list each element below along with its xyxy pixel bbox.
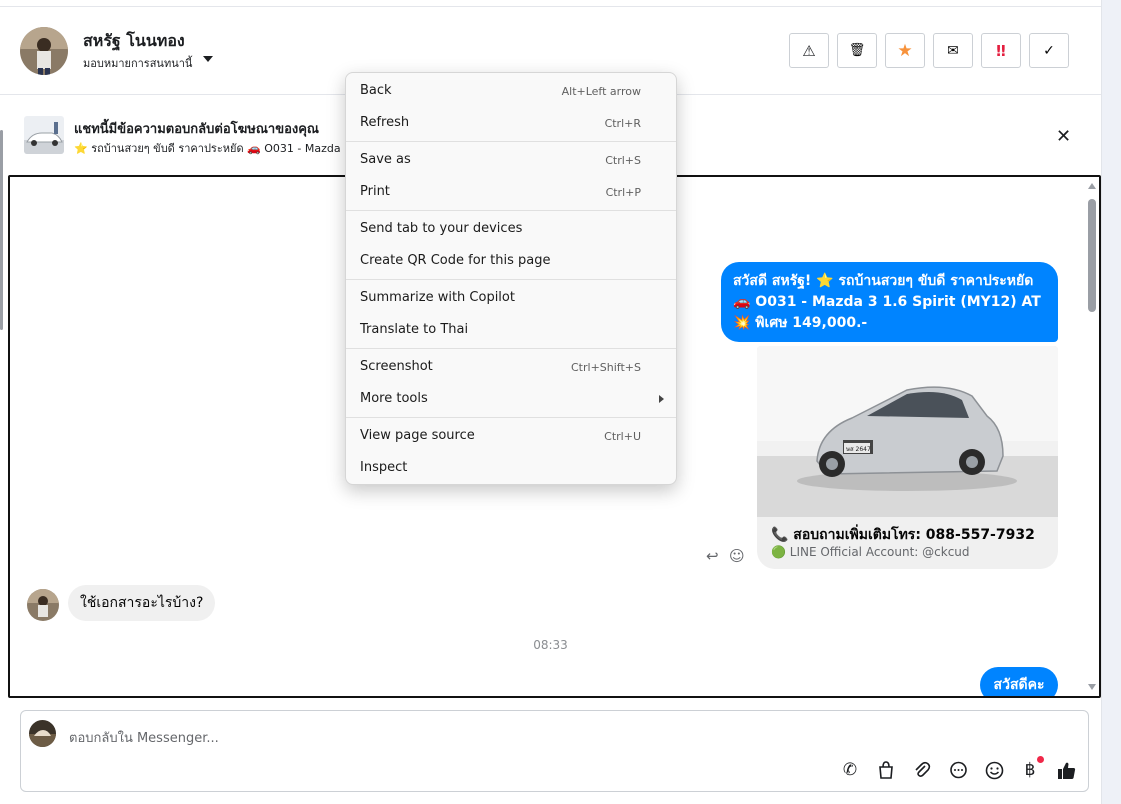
message-line: 🚗 O031 - Mazda 3 1.6 Spirit (MY12) AT	[733, 294, 1041, 310]
contact-avatar[interactable]	[20, 27, 68, 75]
contact-name: สหรัฐ โนนทอง	[83, 31, 185, 50]
assign-conversation-label[interactable]: มอบหมายการสนทนานี้	[83, 54, 192, 72]
incoming-message-bubble[interactable]: ใช้เอกสารอะไรบ้าง?	[68, 585, 216, 621]
thread-scrollbar[interactable]	[1085, 177, 1099, 696]
scroll-up-arrow-icon[interactable]	[1088, 183, 1096, 189]
menu-separator	[346, 279, 676, 280]
message-composer[interactable]: ตอบกลับใน Messenger... ✆ ฿	[20, 710, 1089, 792]
scrollbar-thumb[interactable]	[1088, 199, 1096, 312]
menu-item-create-qr[interactable]: Create QR Code for this page	[346, 245, 676, 277]
page-avatar	[29, 720, 56, 747]
message-line: สวัสดี สหรัฐ! ⭐ รถบ้านสวยๆ ขับดี ราคาประ…	[733, 273, 1034, 289]
emoji-react-icon[interactable]: ☺	[729, 547, 745, 565]
star-icon: ★	[897, 40, 913, 61]
report-spam-button[interactable]: ⚠	[789, 33, 829, 68]
menu-item-print[interactable]: Print Ctrl+P	[346, 176, 676, 208]
menu-item-back[interactable]: Back Alt+Left arrow	[346, 75, 676, 107]
right-panel-edge	[1101, 0, 1121, 804]
mark-done-button[interactable]: ✓	[1029, 33, 1069, 68]
menu-item-inspect[interactable]: Inspect	[346, 452, 676, 484]
star-button[interactable]: ★	[885, 33, 925, 68]
menu-separator	[346, 210, 676, 211]
delete-button[interactable]: 🗑	[837, 33, 877, 68]
menu-separator	[346, 417, 676, 418]
menu-item-save-as[interactable]: Save as Ctrl+S	[346, 144, 676, 176]
browser-context-menu: Back Alt+Left arrow Refresh Ctrl+R Save as…	[345, 72, 677, 485]
messenger-inbox-window: สหรัฐ โนนทอง มอบหมายการสนทนานี้ ⚠ 🗑 ★ ✉ …	[0, 0, 1121, 804]
mark-unread-button[interactable]: ✉	[933, 33, 973, 68]
menu-separator	[346, 141, 676, 142]
double-exclamation-icon: ‼	[996, 41, 1006, 60]
follow-up-button[interactable]: ‼	[981, 33, 1021, 68]
trash-icon: 🗑	[848, 43, 866, 58]
close-icon[interactable]: ✕	[1056, 126, 1071, 147]
thumbs-up-icon[interactable]	[1055, 759, 1077, 781]
menu-item-send-tab[interactable]: Send tab to your devices	[346, 213, 676, 245]
ad-banner-subtitle: ⭐ รถบ้านสวยๆ ขับดี ราคาประหยัด 🚗 O031 - …	[74, 142, 341, 155]
menu-separator	[346, 348, 676, 349]
outgoing-message-bubble[interactable]: สวัสดีคะ	[980, 667, 1058, 696]
shopping-bag-icon[interactable]	[875, 759, 897, 781]
check-icon: ✓	[1043, 42, 1055, 59]
contact-avatar-small	[27, 589, 59, 621]
reply-icon[interactable]: ↩	[706, 547, 719, 565]
menu-item-more-tools[interactable]: More tools	[346, 383, 676, 415]
card-line-account-text: 🟢 LINE Official Account: @ckcud	[771, 545, 970, 559]
menu-item-translate[interactable]: Translate to Thai	[346, 314, 676, 346]
message-line: 💥 พิเศษ 149,000.-	[733, 315, 868, 331]
envelope-open-icon: ✉	[947, 42, 959, 59]
card-phone-text: 📞 สอบถามเพิ่มเติมโทร: 088-557-7932	[771, 527, 1035, 543]
reply-input[interactable]: ตอบกลับใน Messenger...	[69, 727, 219, 748]
scroll-down-arrow-icon[interactable]	[1088, 684, 1096, 690]
menu-item-summarize-copilot[interactable]: Summarize with Copilot	[346, 282, 676, 314]
outgoing-message-bubble[interactable]: สวัสดี สหรัฐ! ⭐ รถบ้านสวยๆ ขับดี ราคาประ…	[721, 262, 1058, 342]
car-photo[interactable]: ษส 2647	[757, 346, 1058, 517]
notification-dot	[1037, 756, 1044, 763]
chevron-down-icon[interactable]	[203, 56, 213, 62]
ad-card-message[interactable]: ษส 2647 📞 สอบถามเพิ่มเติมโทร: 088-557-79…	[757, 346, 1058, 569]
chevron-right-icon	[659, 395, 664, 403]
emoji-icon[interactable]	[983, 759, 1005, 781]
saved-reply-icon[interactable]	[947, 759, 969, 781]
menu-item-view-source[interactable]: View page source Ctrl+U	[346, 420, 676, 452]
ad-thumbnail[interactable]	[24, 116, 64, 154]
license-plate-text: ษส 2647	[846, 446, 871, 453]
message-timestamp: 08:33	[533, 638, 568, 652]
menu-item-screenshot[interactable]: Screenshot Ctrl+Shift+S	[346, 351, 676, 383]
ad-banner-title: แชทนี้มีข้อความตอบกลับต่อโฆษณาของคุณ	[74, 122, 319, 137]
call-add-icon[interactable]: ✆	[839, 759, 861, 781]
menu-item-refresh[interactable]: Refresh Ctrl+R	[346, 107, 676, 139]
warning-icon: ⚠	[802, 41, 816, 60]
paperclip-icon[interactable]	[911, 759, 933, 781]
